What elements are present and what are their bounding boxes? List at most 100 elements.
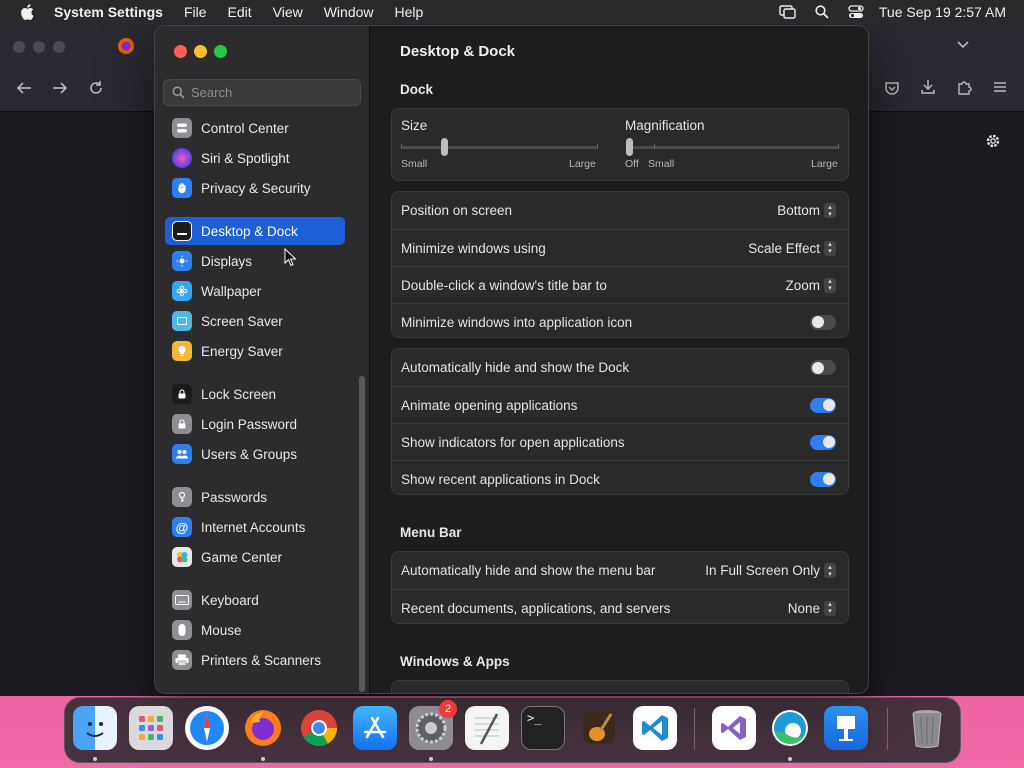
show-indicators-row: Show indicators for open applications xyxy=(392,423,848,460)
launchpad-icon[interactable] xyxy=(129,706,173,750)
recent-documents-select[interactable]: None ▴ ▾ xyxy=(788,600,836,616)
row-label: Position on screen xyxy=(401,203,513,218)
animate-opening-apps-toggle[interactable] xyxy=(810,397,836,413)
dock-sliders-group: Size Small Large Magnification Off Small… xyxy=(391,108,849,181)
finder-icon[interactable] xyxy=(73,706,117,750)
sidebar-item-label: Passwords xyxy=(201,489,268,505)
extensions-icon[interactable] xyxy=(956,79,972,100)
minimize-button[interactable] xyxy=(194,45,207,58)
safari-icon[interactable] xyxy=(185,706,229,750)
garageband-icon[interactable] xyxy=(577,706,621,750)
sidebar-item-control-center[interactable]: Control Center xyxy=(165,114,345,142)
sidebar-item-printers-scanners[interactable]: Printers & Scanners xyxy=(165,646,345,674)
forward-arrow-icon[interactable] xyxy=(52,80,68,101)
keynote-icon[interactable] xyxy=(824,706,868,750)
sidebar-item-keyboard[interactable]: Keyboard xyxy=(165,586,345,614)
auto-hide-menu-bar-select[interactable]: In Full Screen Only ▴ ▾ xyxy=(705,563,836,578)
control-center-icon[interactable] xyxy=(839,5,873,19)
sidebar-item-label: Privacy & Security xyxy=(201,180,311,196)
row-label: Show recent applications in Dock xyxy=(401,471,600,487)
chrome-icon[interactable] xyxy=(297,706,341,750)
screen-mirroring-icon[interactable] xyxy=(771,5,805,19)
animate-opening-apps-row: Animate opening applications xyxy=(392,386,848,423)
visual-studio-icon[interactable] xyxy=(712,706,756,750)
sidebar-scrollbar[interactable] xyxy=(359,376,365,692)
app-menu[interactable]: System Settings xyxy=(54,4,163,20)
firefox-tab-icon[interactable] xyxy=(117,37,135,60)
back-arrow-icon[interactable] xyxy=(16,80,32,101)
sidebar-item-screen-saver[interactable]: Screen Saver xyxy=(165,307,345,335)
chevron-down-icon[interactable] xyxy=(956,36,970,56)
sidebar-item-energy-saver[interactable]: Energy Saver xyxy=(165,337,345,365)
browser-minimize-button[interactable] xyxy=(33,41,45,53)
system-settings-window: Search Control Center Siri & Spotlight P… xyxy=(154,25,869,694)
menubar-clock[interactable]: Tue Sep 19 2:57 AM xyxy=(879,4,1006,20)
menu-window[interactable]: Window xyxy=(324,4,374,20)
menu-view[interactable]: View xyxy=(273,4,303,20)
dock-settings-group: Position on screen Bottom ▴ ▾ Minimize wi… xyxy=(391,191,849,338)
trash-icon[interactable] xyxy=(905,706,949,750)
magnification-off-label: Off xyxy=(625,158,639,170)
spotlight-search-icon[interactable] xyxy=(805,5,839,19)
sidebar-item-users-groups[interactable]: Users & Groups xyxy=(165,440,345,468)
sidebar-item-label: Wallpaper xyxy=(201,283,262,299)
terminal-prompt-glyph: >_ xyxy=(527,711,542,725)
edge-icon[interactable] xyxy=(768,706,812,750)
sidebar-item-label: Login Password xyxy=(201,416,298,432)
size-slider-track[interactable] xyxy=(401,146,597,149)
system-settings-icon[interactable]: 2 xyxy=(409,700,457,750)
sidebar-item-passwords[interactable]: Passwords xyxy=(165,483,345,511)
minimize-effect-select[interactable]: Scale Effect ▴ ▾ xyxy=(748,240,836,256)
sidebar-item-mouse[interactable]: Mouse xyxy=(165,616,345,644)
toggle-knob xyxy=(822,436,835,448)
sidebar-item-login-password[interactable]: Login Password xyxy=(165,410,345,438)
pocket-icon[interactable] xyxy=(884,80,900,101)
dock-toggles-group: Automatically hide and show the Dock Ani… xyxy=(391,348,849,495)
sidebar-item-label: Lock Screen xyxy=(201,386,277,402)
show-indicators-toggle[interactable] xyxy=(810,434,836,450)
double-click-action-select[interactable]: Zoom ▴ ▾ xyxy=(785,277,836,293)
sidebar-item-siri-spotlight[interactable]: Siri & Spotlight xyxy=(165,144,345,172)
app-store-icon[interactable] xyxy=(353,706,397,750)
screen-saver-icon xyxy=(172,311,192,331)
zoom-button[interactable] xyxy=(214,45,227,58)
menu-help[interactable]: Help xyxy=(395,4,424,20)
menu-file[interactable]: File xyxy=(184,4,207,20)
download-icon[interactable] xyxy=(920,79,936,100)
sidebar-item-privacy-security[interactable]: Privacy & Security xyxy=(165,174,345,202)
browser-zoom-button[interactable] xyxy=(53,41,65,53)
gear-icon[interactable] xyxy=(984,132,1002,155)
row-label: Double-click a window's title bar to xyxy=(401,277,607,293)
browser-close-button[interactable] xyxy=(13,41,25,53)
toggle-knob xyxy=(811,361,824,374)
menu-edit[interactable]: Edit xyxy=(228,4,252,20)
vscode-icon[interactable] xyxy=(633,706,677,750)
textedit-icon[interactable] xyxy=(465,706,509,750)
reload-icon[interactable] xyxy=(88,80,104,101)
windows-apps-section-heading: Windows & Apps xyxy=(400,654,510,669)
position-on-screen-select[interactable]: Bottom ▴ ▾ xyxy=(777,203,836,218)
hamburger-menu-icon[interactable] xyxy=(992,79,1008,100)
search-input[interactable]: Search xyxy=(163,79,361,106)
sidebar-item-wallpaper[interactable]: Wallpaper xyxy=(165,277,345,305)
sidebar-item-lock-screen[interactable]: Lock Screen xyxy=(165,380,345,408)
minimize-into-app-icon-toggle[interactable] xyxy=(810,314,836,330)
dock-section-heading: Dock xyxy=(400,82,434,97)
sidebar-item-game-center[interactable]: Game Center xyxy=(165,543,345,571)
auto-hide-dock-toggle[interactable] xyxy=(810,360,836,375)
apple-icon[interactable] xyxy=(0,4,54,20)
firefox-icon[interactable] xyxy=(241,706,285,750)
size-slider-thumb[interactable] xyxy=(441,138,449,156)
size-slider-label: Size xyxy=(401,118,428,133)
sidebar-item-internet-accounts[interactable]: @ Internet Accounts xyxy=(165,513,345,541)
select-value: Bottom xyxy=(777,203,820,218)
magnification-slider-thumb[interactable] xyxy=(626,138,633,156)
sidebar-item-desktop-dock[interactable]: Desktop & Dock xyxy=(165,217,345,245)
updown-chevron-icon: ▴ ▾ xyxy=(824,563,836,578)
close-button[interactable] xyxy=(174,45,187,58)
magnification-slider-track[interactable] xyxy=(629,146,839,149)
terminal-icon[interactable]: >_ xyxy=(521,706,565,750)
show-recent-apps-toggle[interactable] xyxy=(810,471,836,487)
sidebar-item-displays[interactable]: Displays xyxy=(165,247,345,275)
row-label: Minimize windows using xyxy=(401,240,546,256)
